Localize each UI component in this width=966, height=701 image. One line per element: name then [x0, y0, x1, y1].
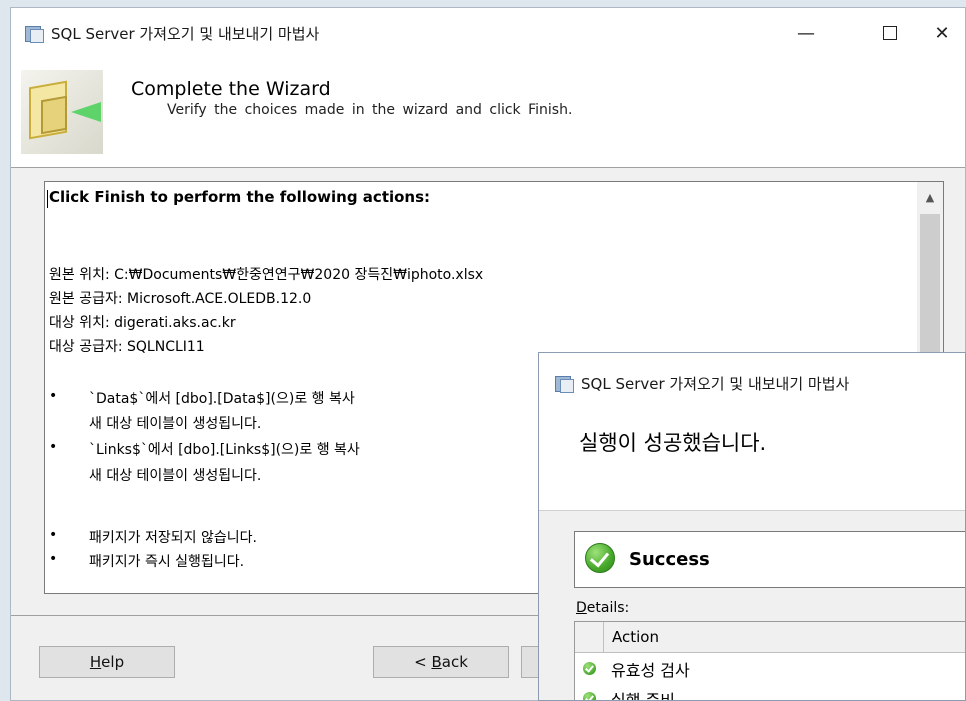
bullet: • [49, 527, 58, 543]
maximize-icon [883, 26, 897, 40]
check-icon [583, 662, 596, 675]
table-row[interactable]: 유효성 검사 [575, 653, 965, 683]
page-title: Complete the Wizard [131, 78, 331, 100]
package-note: 패키지가 즉시 실행됩니다. [89, 554, 245, 570]
table-row[interactable]: 실행 준비 [575, 683, 965, 701]
source-provider: 원본 공급자: Microsoft.ACE.OLEDB.12.0 [49, 291, 312, 307]
destination-location: 대상 위치: digerati.aks.ac.kr [49, 315, 236, 331]
window-title: SQL Server 가져오기 및 내보내기 마법사 [51, 24, 320, 43]
execution-result-window: SQL Server 가져오기 및 내보내기 마법사 실행이 성공했습니다. S… [538, 352, 966, 701]
details-grid[interactable]: Action 유효성 검사 실행 준비 [574, 621, 965, 701]
close-button[interactable]: ✕ [919, 8, 965, 58]
title-bar: SQL Server 가져오기 및 내보내기 마법사 [539, 353, 965, 413]
source-location: 원본 위치: C:₩Documents₩한중연연구₩2020 장득진₩iphot… [49, 267, 484, 283]
bullet: • [49, 439, 58, 455]
page-subtitle: Verify the choices made in the wizard an… [167, 102, 573, 118]
back-button[interactable]: < Back [373, 646, 509, 678]
row-action: 유효성 검사 [611, 661, 690, 680]
details-label: Details: [576, 600, 630, 616]
bullet: • [49, 388, 58, 404]
wizard-image-icon [21, 70, 103, 154]
help-button[interactable]: Help [39, 646, 175, 678]
destination-provider: 대상 공급자: SQLNCLI11 [49, 339, 205, 355]
window-controls: — ✕ [783, 8, 965, 58]
text-caret [47, 190, 48, 208]
action-item: `Data$`에서 [dbo].[Data$](으)로 행 복사 [89, 391, 355, 407]
action-note: 새 대상 테이블이 생성됩니다. [89, 468, 262, 484]
minimize-button[interactable]: — [783, 8, 829, 58]
success-icon [585, 543, 615, 573]
action-item: `Links$`에서 [dbo].[Links$](으)로 행 복사 [89, 442, 360, 458]
chevron-up-icon[interactable]: ▲ [917, 182, 943, 212]
title-bar: SQL Server 가져오기 및 내보내기 마법사 — ✕ [11, 8, 965, 58]
wizard-header: Complete the Wizard Verify the choices m… [11, 58, 965, 168]
app-icon [555, 374, 574, 393]
status-panel: Success [574, 531, 965, 588]
result-header: 실행이 성공했습니다. [539, 413, 965, 511]
package-note: 패키지가 저장되지 않습니다. [89, 530, 257, 546]
summary-heading: Click Finish to perform the following ac… [49, 188, 431, 206]
maximize-button[interactable] [867, 8, 913, 58]
window-title: SQL Server 가져오기 및 내보내기 마법사 [581, 374, 850, 393]
grid-corner [575, 622, 604, 653]
column-header-action[interactable]: Action [604, 622, 965, 653]
bullet: • [49, 551, 58, 567]
action-note: 새 대상 테이블이 생성됩니다. [89, 416, 262, 432]
result-heading: 실행이 성공했습니다. [579, 431, 767, 455]
app-icon [25, 24, 44, 43]
check-icon [583, 692, 596, 700]
row-action: 실행 준비 [611, 691, 675, 701]
status-text: Success [629, 549, 710, 570]
